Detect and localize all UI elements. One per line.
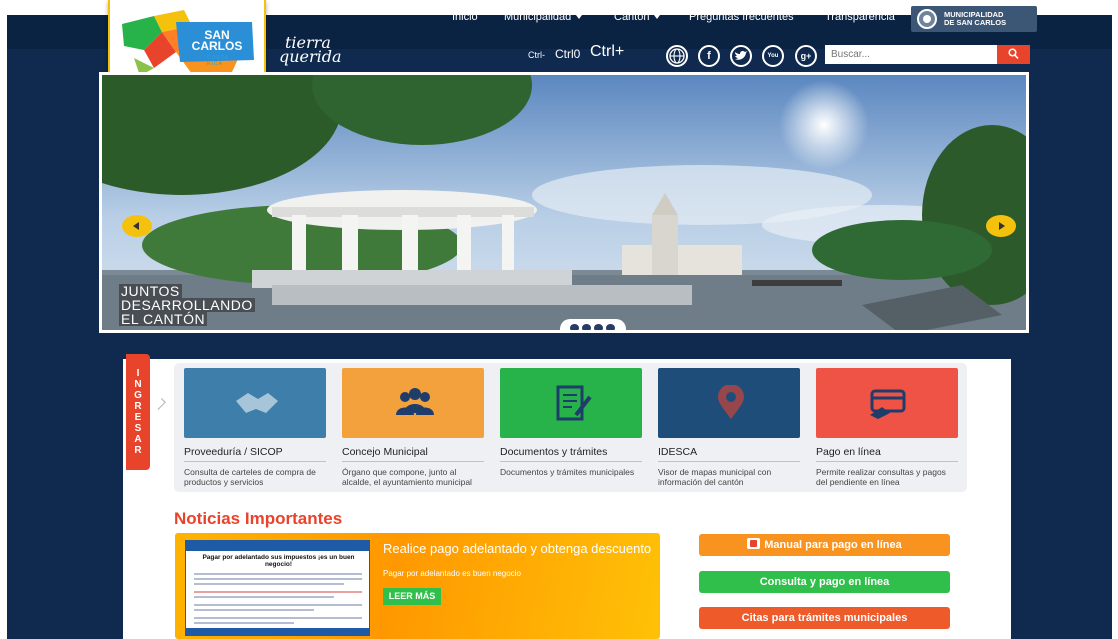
service-description: Permite realizar consultas y pagos del p… [816,467,946,487]
chevron-down-icon [654,15,661,20]
citas-tramites-button[interactable]: Citas para trámites municipales [699,607,950,629]
globe-icon[interactable] [666,45,688,67]
nav-canton[interactable]: Cantón [614,0,661,34]
slider-prev-button[interactable] [122,215,152,237]
service-title: Documentos y trámites [500,446,642,462]
municipality-badge-text: MUNICIPALIDAD DE SAN CARLOS [944,10,1007,27]
font-increase-button[interactable]: Ctrl+ [590,43,624,61]
promo-flyer-heading: Pagar por adelantado sus impuestos ¡es u… [202,554,355,568]
service-tile [184,368,326,438]
search-icon [1008,48,1019,60]
news-promo-banner[interactable]: Pagar por adelantado sus impuestos ¡es u… [175,533,660,639]
municipality-badge[interactable]: MUNICIPALIDAD DE SAN CARLOS [911,6,1037,32]
service-card-idesca[interactable]: IDESCA Visor de mapas municipal con info… [658,368,800,487]
slider-caption: JUNTOS DESARROLLANDO EL CANTÓN [119,283,255,327]
promo-flyer-image: Pagar por adelantado sus impuestos ¡es u… [185,540,370,636]
pdf-icon [747,538,761,549]
handshake-icon [236,393,278,413]
consulta-pago-button[interactable]: Consulta y pago en línea [699,571,950,593]
slider-dot[interactable] [582,324,591,330]
promo-subtitle: Pagar por adelantado es buen negocio [383,569,521,578]
twitter-icon[interactable] [730,45,752,67]
slogan: tierra querida [279,33,342,66]
service-description: Documentos y trámites municipales [500,467,635,477]
manual-pago-button[interactable]: Manual para pago en línea [699,534,950,556]
services-panel: Proveeduría / SICOP Consulta de carteles… [174,363,967,492]
search-button[interactable] [997,45,1030,64]
service-tile [816,368,958,438]
service-description: Órgano que compone, junto al alcalde, el… [342,467,472,487]
payment-card-icon [870,389,906,419]
font-decrease-button[interactable]: Ctrl- [528,50,545,60]
news-heading: Noticias Importantes [174,509,343,528]
service-description: Consulta de carteles de compra de produc… [184,467,316,487]
slider-dot[interactable] [594,324,603,330]
promo-title: Realice pago adelantado y obtenga descue… [383,541,652,556]
seal-icon [917,9,937,29]
chevron-down-icon [576,15,583,20]
facebook-icon[interactable]: f [698,45,720,67]
service-title: Proveeduría / SICOP [184,446,326,462]
service-tile [342,368,484,438]
hero-slider[interactable]: JUNTOS DESARROLLANDO EL CANTÓN [99,72,1029,333]
service-card-proveeduria[interactable]: Proveeduría / SICOP Consulta de carteles… [184,368,326,487]
font-reset-button[interactable]: Ctrl0 [555,47,580,61]
service-description: Visor de mapas municipal con información… [658,467,772,487]
nav-preguntas-frecuentes[interactable]: Preguntas frecuentes [689,0,794,34]
google-plus-icon[interactable]: g+ [795,45,817,67]
service-title: Concejo Municipal [342,446,484,462]
service-tile [500,368,642,438]
read-more-button[interactable]: LEER MÁS [383,588,441,605]
logo-country: COSTA RICA [207,55,229,67]
service-card-documentos[interactable]: Documentos y trámites Documentos y trámi… [500,368,642,477]
service-tile [658,368,800,438]
people-icon [396,388,434,415]
nav-municipalidad[interactable]: Municipalidad [504,0,583,34]
slider-next-button[interactable] [986,215,1016,237]
slider-dot[interactable] [570,324,579,330]
service-title: Pago en línea [816,446,958,462]
search-input[interactable] [825,45,997,64]
document-edit-icon [556,385,592,421]
logo-wordmark: SAN CARLOS [191,28,243,53]
service-title: IDESCA [658,446,800,462]
youtube-icon[interactable]: You [762,45,784,67]
ingresar-tab[interactable]: INGRESAR [126,354,150,470]
slider-pagination [560,319,626,330]
map-pin-icon [718,385,744,419]
ingresar-label: INGRESAR [134,368,142,456]
service-card-pago[interactable]: Pago en línea Permite realizar consultas… [816,368,958,487]
nav-inicio[interactable]: Inicio [452,0,478,34]
nav-transparencia[interactable]: Transparencia [825,0,895,34]
slider-dot[interactable] [606,324,615,330]
service-card-concejo[interactable]: Concejo Municipal Órgano que compone, ju… [342,368,484,487]
